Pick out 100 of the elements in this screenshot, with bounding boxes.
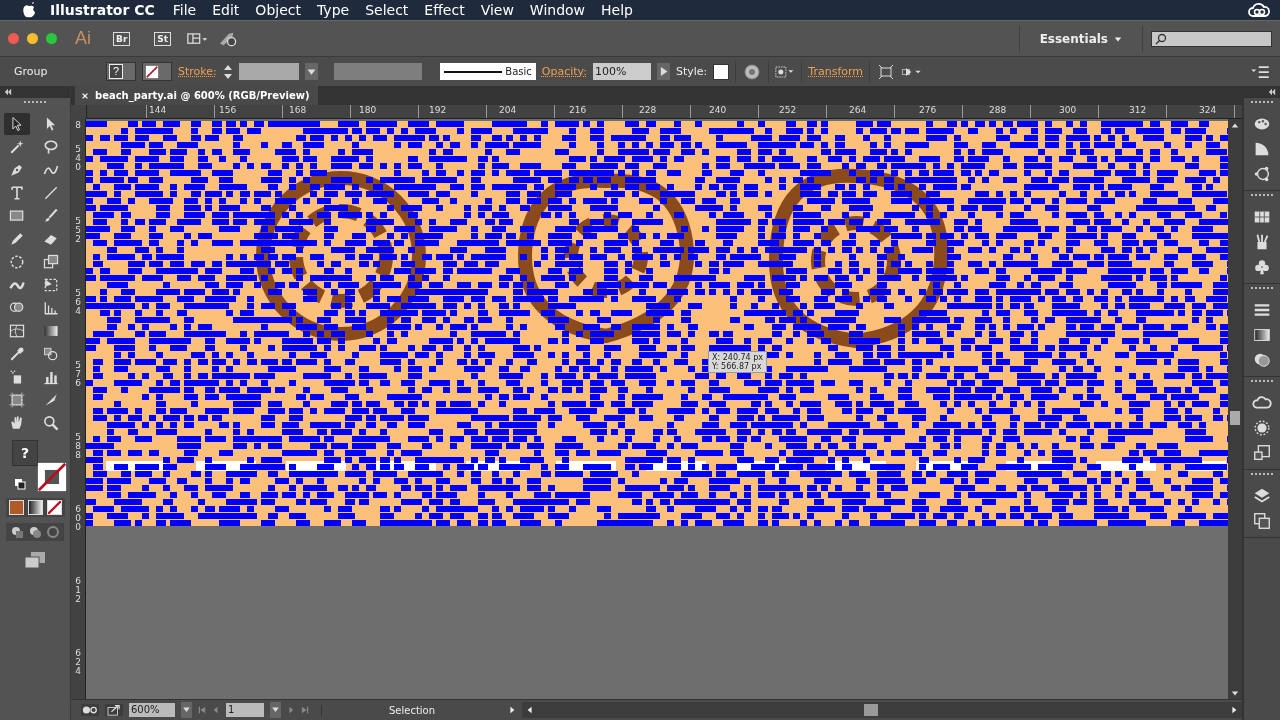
ruler-label: 276 <box>918 105 938 117</box>
artboard-field[interactable]: 1 <box>226 703 264 717</box>
none-mode-button[interactable] <box>46 500 62 515</box>
type-icon <box>8 184 26 202</box>
ruler-label: 600 <box>74 503 82 534</box>
menu-item[interactable]: Object <box>255 2 301 18</box>
align-icon[interactable] <box>775 63 796 80</box>
minimize-button[interactable] <box>27 33 38 44</box>
ruler-label: 288 <box>988 105 1008 117</box>
mesh-icon <box>8 322 26 340</box>
squares-icon[interactable] <box>1252 443 1272 463</box>
caret-icon[interactable] <box>270 702 281 718</box>
ruler-label: 8 <box>74 119 82 132</box>
menu-item[interactable]: File <box>172 2 197 18</box>
stroke-swatch[interactable] <box>37 462 67 492</box>
caret-icon[interactable] <box>181 702 192 718</box>
cloud-icon[interactable] <box>1248 2 1270 18</box>
ruler-label: 252 <box>778 105 798 117</box>
caret-icon <box>1114 34 1122 43</box>
scroll-left-icon[interactable] <box>526 706 534 714</box>
scroll-down-icon[interactable] <box>1231 689 1239 697</box>
transform-link[interactable]: Transform <box>808 65 864 78</box>
club-icon[interactable] <box>1252 257 1272 277</box>
gears-icon[interactable] <box>81 704 99 716</box>
overlap-squares-icon[interactable] <box>1252 511 1272 531</box>
ruler-label: 168 <box>288 105 308 117</box>
zoom-button[interactable] <box>46 33 57 44</box>
pencil-icon <box>8 230 26 248</box>
opacity-field[interactable]: 100% <box>593 63 651 80</box>
x-coordinate: X: 240.74 px <box>712 353 764 362</box>
brush-definition-field[interactable]: Basic <box>439 63 536 80</box>
first-page-icon[interactable] <box>198 706 206 714</box>
document-tab[interactable]: beach_party.ai @ 600% (RGB/Preview) <box>75 86 318 105</box>
app-launch-button[interactable]: Br <box>113 31 131 46</box>
variable-width-field[interactable] <box>333 63 422 80</box>
horizontal-scrollbar[interactable] <box>522 702 1242 718</box>
app-launch-button[interactable]: St <box>154 31 172 46</box>
magic-wand-icon <box>8 138 26 156</box>
opacity-link[interactable]: Opacity: <box>541 65 587 78</box>
previous-page-icon[interactable] <box>212 706 220 714</box>
nodes-icon[interactable] <box>1252 164 1272 184</box>
stroke-link[interactable]: Stroke: <box>178 65 217 78</box>
scroll-thumb[interactable] <box>864 704 878 716</box>
app-menu[interactable]: Illustrator CC <box>50 2 155 18</box>
no-stroke-icon <box>145 64 159 79</box>
line-icon <box>42 184 60 202</box>
draw-normal-icon[interactable] <box>10 525 24 539</box>
ruler-label: 204 <box>498 105 518 117</box>
workspace-dropdown[interactable]: Essentials <box>1027 31 1134 46</box>
play-icon[interactable] <box>508 706 516 714</box>
style-label: Style: <box>676 65 708 78</box>
color-mode-button[interactable] <box>8 500 24 515</box>
stroke-swatch-dropdown[interactable] <box>142 62 172 81</box>
next-page-icon[interactable] <box>287 706 295 714</box>
screen-mode-icon[interactable] <box>24 551 46 569</box>
menu-item[interactable]: Select <box>365 2 409 18</box>
tool-button[interactable] <box>4 113 30 135</box>
vertical-scrollbar[interactable] <box>1228 119 1242 699</box>
fill-swatch-dropdown[interactable]: ? <box>106 62 136 81</box>
selection-type-label: Group <box>14 65 49 78</box>
style-swatch[interactable] <box>713 63 730 80</box>
draw-behind-icon[interactable] <box>28 525 42 539</box>
document-title: beach_party.ai @ 600% (RGB/Preview) <box>95 90 310 101</box>
draw-inside-icon[interactable] <box>46 525 60 539</box>
perspective-icon <box>42 299 60 317</box>
export-icon[interactable] <box>105 704 123 716</box>
arrange-documents-icon[interactable] <box>187 30 210 47</box>
menu-item[interactable]: Effect <box>424 2 465 18</box>
menu-item[interactable]: Help <box>601 2 633 18</box>
last-page-icon[interactable] <box>301 706 309 714</box>
close-icon[interactable] <box>81 91 89 100</box>
ruler-label: 324 <box>1198 105 1218 117</box>
scroll-thumb[interactable] <box>1230 411 1240 425</box>
play-icon[interactable] <box>657 63 670 80</box>
ruler-label: 240 <box>708 105 728 117</box>
menu-item[interactable]: Window <box>529 2 586 18</box>
zoom-icon <box>42 414 60 432</box>
default-colors-icon[interactable] <box>14 478 26 490</box>
ruler-label: 312 <box>1128 105 1148 117</box>
apple-icon[interactable] <box>22 2 36 18</box>
caret-icon[interactable] <box>304 63 318 80</box>
dashed-circle-icon[interactable] <box>1252 418 1272 438</box>
collapse-icon[interactable] <box>1268 88 1276 96</box>
zoom-field[interactable]: 600% <box>129 703 175 717</box>
search-field[interactable] <box>1151 30 1272 47</box>
gradient-mode-button[interactable] <box>27 500 43 515</box>
app-logo: Ai <box>75 28 91 49</box>
scroll-up-icon[interactable] <box>1231 121 1239 129</box>
menu-item[interactable]: View <box>480 2 514 18</box>
current-tool-label[interactable]: Selection <box>321 704 502 716</box>
ruler-label: 300 <box>1058 105 1078 117</box>
fill-swatch[interactable]: ? <box>12 440 38 466</box>
collapse-icon[interactable] <box>4 88 12 96</box>
scroll-right-icon[interactable] <box>1230 706 1238 714</box>
rotate-icon <box>8 253 26 271</box>
stroke-weight-field[interactable] <box>238 63 299 80</box>
menu-item[interactable]: Edit <box>212 2 240 18</box>
ruler-label: 576 <box>74 359 82 390</box>
menu-item[interactable]: Type <box>316 2 350 18</box>
panel-menu-icon[interactable] <box>1250 63 1270 80</box>
